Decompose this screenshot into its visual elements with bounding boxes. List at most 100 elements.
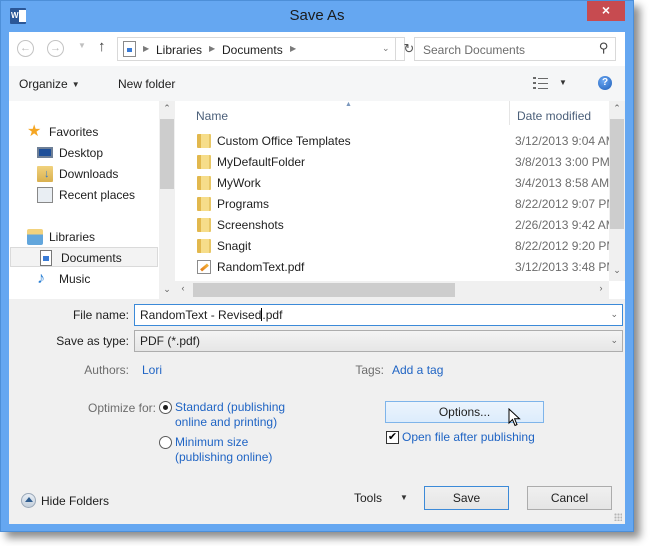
sort-ascending-icon: ▲: [345, 101, 352, 108]
sidebar-item-documents[interactable]: Documents: [10, 247, 158, 267]
file-date: 3/4/2013 8:58 AM: [515, 176, 609, 190]
breadcrumb-separator-icon: ▶: [143, 44, 150, 53]
organize-button[interactable]: Organize ▼: [19, 77, 80, 91]
file-row[interactable]: Programs 8/22/2012 9:07 PM: [175, 194, 609, 215]
hide-folders-label: Hide Folders: [41, 494, 110, 508]
tags-label: Tags:: [355, 363, 384, 377]
open-after-publishing-label[interactable]: Open file after publishing: [402, 430, 535, 444]
desktop-icon: [37, 147, 53, 158]
file-date: 3/12/2013 9:04 AM: [515, 134, 609, 148]
scrollbar-thumb[interactable]: [610, 119, 624, 229]
scroll-up-icon[interactable]: ⌃: [609, 103, 625, 114]
address-bar[interactable]: ▶ Libraries ▶ Documents ▶ ⌄ ↻: [117, 37, 414, 61]
breadcrumb-separator-icon[interactable]: ▶: [290, 44, 296, 53]
address-dropdown-icon[interactable]: ⌄: [382, 43, 390, 54]
folder-icon: [197, 197, 211, 211]
breadcrumb-separator-icon: ▶: [209, 44, 216, 53]
save-as-type-value: PDF (*.pdf): [140, 334, 201, 348]
sidebar-item-label: Favorites: [49, 125, 99, 139]
scrollbar-thumb[interactable]: [193, 283, 455, 297]
folder-icon: [197, 134, 211, 148]
tools-button[interactable]: Tools: [354, 491, 382, 505]
file-name-extension: .pdf: [262, 308, 283, 322]
cancel-button[interactable]: Cancel: [527, 486, 612, 510]
file-date: 2/26/2013 9:42 AM: [515, 218, 609, 232]
file-row[interactable]: Custom Office Templates 3/12/2013 9:04 A…: [175, 131, 609, 152]
file-row[interactable]: MyDefaultFolder 3/8/2013 3:00 PM: [175, 152, 609, 173]
save-as-type-select[interactable]: PDF (*.pdf) ⌄: [134, 330, 623, 352]
scroll-down-icon[interactable]: ⌄: [159, 284, 175, 295]
file-list-horizontal-scrollbar[interactable]: ‹ ›: [175, 281, 609, 299]
close-button[interactable]: ×: [587, 1, 625, 21]
sidebar-item-downloads[interactable]: Downloads: [37, 164, 157, 184]
file-name: Snagit: [217, 239, 252, 253]
optimize-for-label: Optimize for:: [87, 401, 156, 415]
up-arrow-icon[interactable]: ↑: [98, 38, 106, 55]
file-list-vertical-scrollbar[interactable]: ⌃ ⌄: [609, 101, 625, 281]
navigation-pane: ★ Favorites Desktop Downloads Recent pla…: [9, 101, 175, 299]
sidebar-item-desktop[interactable]: Desktop: [37, 143, 157, 163]
music-icon: ♪: [37, 270, 45, 287]
search-input[interactable]: Search Documents ⚲: [414, 37, 616, 61]
downloads-folder-icon: [37, 166, 53, 182]
navigation-pane-scrollbar[interactable]: ⌃ ⌄: [159, 101, 175, 299]
file-name: RandomText.pdf: [217, 260, 305, 274]
documents-icon: [40, 250, 52, 266]
sidebar-item-label: Recent places: [59, 188, 136, 202]
column-divider[interactable]: [509, 101, 510, 125]
folder-icon: [197, 176, 211, 190]
file-name-text: RandomText - Revised: [140, 308, 262, 322]
chevron-down-icon[interactable]: ⌄: [610, 309, 618, 320]
file-row[interactable]: RandomText.pdf 3/12/2013 3:48 PM: [175, 257, 609, 278]
scroll-left-icon[interactable]: ‹: [175, 283, 191, 293]
column-header-name[interactable]: Name: [196, 101, 228, 131]
breadcrumb-libraries[interactable]: Libraries: [156, 43, 202, 57]
documents-library-icon: [123, 41, 136, 57]
file-row[interactable]: Snagit 8/22/2012 9:20 PM: [175, 236, 609, 257]
open-after-publishing-checkbox[interactable]: ✔: [386, 431, 399, 444]
sidebar-item-music[interactable]: ♪ Music: [37, 269, 157, 289]
chevron-down-icon: ⌄: [610, 335, 618, 345]
new-folder-button[interactable]: New folder: [118, 77, 175, 91]
sidebar-item-favorites[interactable]: ★ Favorites: [27, 122, 157, 142]
change-view-icon[interactable]: [533, 77, 549, 89]
sidebar-item-recent-places[interactable]: Recent places: [37, 185, 157, 205]
back-arrow-icon[interactable]: ←: [17, 40, 34, 57]
recent-locations-dropdown-icon[interactable]: ▼: [78, 41, 86, 50]
sidebar-item-libraries[interactable]: Libraries: [27, 227, 157, 247]
authors-value[interactable]: Lori: [142, 363, 162, 377]
resize-grip[interactable]: [614, 513, 622, 521]
help-icon[interactable]: ?: [598, 76, 612, 90]
file-list: ▲ Name Date modified Custom Office Templ…: [175, 101, 625, 299]
navigation-bar: ← → ▼ ↑ ▶ Libraries ▶ Documents ▶ ⌄ ↻ Se…: [9, 32, 625, 66]
file-date: 8/22/2012 9:07 PM: [515, 197, 609, 211]
view-options-dropdown-icon[interactable]: ▼: [559, 78, 567, 87]
scroll-down-icon[interactable]: ⌄: [609, 265, 625, 276]
file-name-label: File name:: [72, 308, 129, 322]
optimize-minimum-radio[interactable]: [159, 436, 172, 449]
title-bar[interactable]: W Save As ×: [1, 1, 633, 32]
file-name-input[interactable]: RandomText - Revised.pdf ⌄: [134, 304, 623, 326]
sidebar-item-label: Desktop: [59, 146, 104, 160]
tools-dropdown-icon[interactable]: ▼: [400, 493, 408, 502]
forward-arrow-icon[interactable]: →: [47, 40, 64, 57]
save-button[interactable]: Save: [424, 486, 509, 510]
scrollbar-thumb[interactable]: [160, 119, 174, 189]
organize-label: Organize: [19, 77, 68, 91]
optimize-standard-radio[interactable]: [159, 401, 172, 414]
column-header-date-modified[interactable]: Date modified: [517, 101, 591, 131]
scroll-up-icon[interactable]: ⌃: [159, 103, 175, 114]
file-name: Programs: [217, 197, 270, 211]
file-name: MyDefaultFolder: [217, 155, 306, 169]
file-row[interactable]: Screenshots 2/26/2013 9:42 AM: [175, 215, 609, 236]
sidebar-item-label: Libraries: [49, 230, 96, 244]
collapse-up-icon: [21, 493, 36, 508]
optimize-minimum-label[interactable]: Minimum size (publishing online): [175, 435, 272, 465]
search-icon[interactable]: ⚲: [599, 40, 609, 56]
optimize-standard-label[interactable]: Standard (publishing online and printing…: [175, 400, 285, 430]
breadcrumb-documents[interactable]: Documents: [222, 43, 283, 57]
file-date: 8/22/2012 9:20 PM: [515, 239, 609, 253]
scroll-right-icon[interactable]: ›: [593, 283, 609, 293]
add-tag-link[interactable]: Add a tag: [392, 363, 443, 377]
file-row[interactable]: MyWork 3/4/2013 8:58 AM: [175, 173, 609, 194]
